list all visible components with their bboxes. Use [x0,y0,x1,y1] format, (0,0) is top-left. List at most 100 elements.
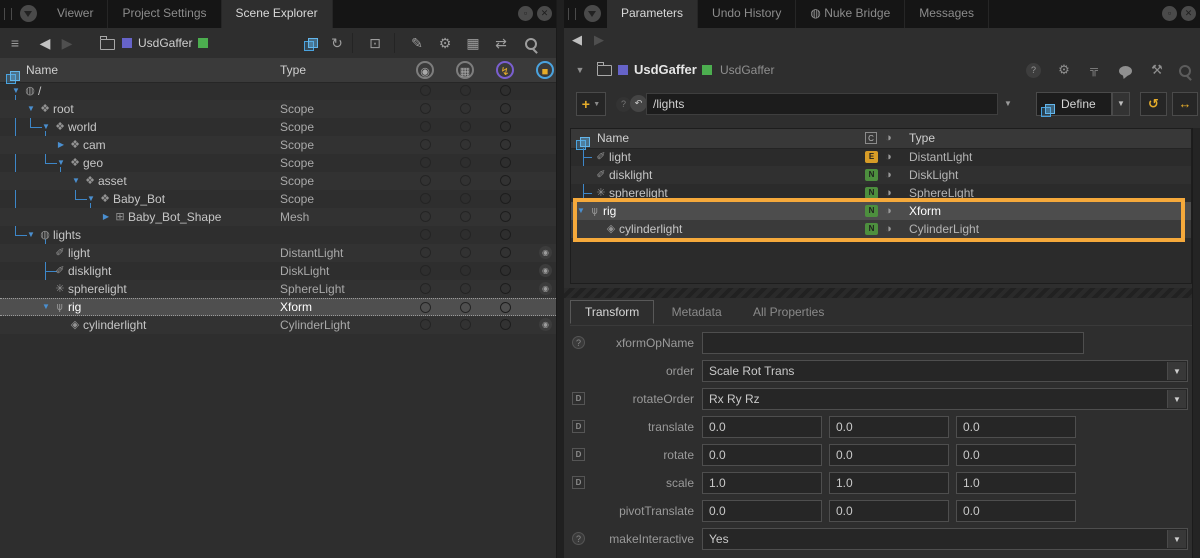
visibility-toggle[interactable] [420,265,431,276]
visibility-toggle[interactable] [420,175,431,186]
translate-z-input[interactable] [956,416,1076,438]
tree-row[interactable]: ▶❖cam Scope [0,136,556,154]
pane-drag-handle[interactable] [4,8,12,20]
translate-y-input[interactable] [829,416,949,438]
nav-back-icon[interactable]: ◀ [572,32,582,48]
help-icon[interactable]: ? [616,97,631,112]
live-toggle[interactable] [500,319,511,330]
light-indicator-icon[interactable]: ◉ [539,282,552,295]
float-pane-icon[interactable]: ▫ [1162,6,1177,21]
live-toggle[interactable] [500,265,511,276]
help-icon[interactable]: ? [572,336,585,349]
history-back-icon[interactable]: ◀ [34,32,56,54]
render-toggle[interactable] [460,121,471,132]
visibility-toggle[interactable] [420,139,431,150]
default-indicator-icon[interactable]: D [572,392,585,405]
tab-transform[interactable]: Transform [570,300,654,324]
render-clapper-icon[interactable]: ▦ [456,61,474,79]
tab-viewer[interactable]: Viewer [43,0,108,28]
visibility-icon[interactable]: ◑ [885,148,892,166]
visibility-icon[interactable]: ◑ [885,220,892,238]
live-toggle[interactable] [500,85,511,96]
light-indicator-icon[interactable]: ◉ [539,318,552,331]
tree-row[interactable]: ✐light DistantLight ◉ [0,244,556,262]
render-toggle[interactable] [460,157,471,168]
live-toggle[interactable] [500,247,511,258]
tree-row[interactable]: ◈cylinderlight CylinderLight ◉ [0,316,556,334]
visibility-icon[interactable]: ◑ [885,202,892,220]
composition-column-header[interactable]: C [865,132,877,144]
wrench-icon[interactable]: ⚒ [1147,61,1167,79]
visibility-toggle[interactable] [420,302,431,313]
prim-row[interactable]: ✳spherelight N ◑ SphereLight [571,184,1191,202]
package-icon[interactable]: ⊡ [364,32,386,54]
tab-project-settings[interactable]: Project Settings [108,0,221,28]
visibility-toggle[interactable] [420,283,431,294]
name-column-header[interactable]: Name [597,129,629,148]
makeinteractive-dropdown[interactable]: Yes ▼ [702,528,1188,550]
live-toggle[interactable] [500,302,511,313]
prim-row[interactable]: ◈cylinderlight N ◑ CylinderLight [571,220,1191,238]
default-indicator-icon[interactable]: D [572,448,585,461]
render-toggle[interactable] [460,247,471,258]
tree-row[interactable]: ▼❖world Scope [0,118,556,136]
search-icon[interactable] [1175,61,1195,79]
render-toggle[interactable] [460,211,471,222]
render-toggle[interactable] [460,85,471,96]
visibility-toggle[interactable] [420,121,431,132]
expander-open-icon[interactable]: ▼ [10,82,22,100]
scale-z-input[interactable] [956,472,1076,494]
pivottranslate-y-input[interactable] [829,500,949,522]
float-pane-icon[interactable]: ▫ [518,6,533,21]
pivottranslate-x-input[interactable] [702,500,822,522]
dropdown-arrow-icon[interactable]: ▼ [1167,530,1186,548]
light-indicator-icon[interactable]: ◉ [539,246,552,259]
translate-x-input[interactable] [702,416,822,438]
live-toggle[interactable] [500,175,511,186]
tree-row[interactable]: ✐disklight DiskLight ◉ [0,262,556,280]
clapperboard-icon[interactable]: ▦ [462,32,484,54]
default-indicator-icon[interactable]: D [572,420,585,433]
scale-x-input[interactable] [702,472,822,494]
visibility-toggle[interactable] [420,229,431,240]
tree-row[interactable]: ✳spherelight SphereLight ◉ [0,280,556,298]
visibility-toggle[interactable] [420,247,431,258]
tab-scene-explorer[interactable]: Scene Explorer [222,0,333,28]
mode-dropdown-arrow[interactable]: ▼ [1112,92,1130,116]
render-toggle[interactable] [460,175,471,186]
tree-row[interactable]: ▼❖Baby_Bot Scope [0,190,556,208]
tab-metadata[interactable]: Metadata [658,301,736,323]
expander-open-icon[interactable]: ▼ [575,202,587,220]
node-graph-icon[interactable]: ╦ [1084,61,1104,79]
live-toggle[interactable] [500,229,511,240]
visibility-icon[interactable]: ◑ [885,166,892,184]
xformopname-input[interactable] [702,332,1084,354]
visibility-column-icon[interactable]: ◑ [885,129,892,148]
render-toggle[interactable] [460,319,471,330]
edit-pencil-icon[interactable]: ✎ [406,32,428,54]
expander-open-icon[interactable]: ▼ [40,118,52,136]
layer-stack-icon[interactable]: ≡ [4,32,26,54]
expander-open-icon[interactable]: ▼ [55,154,67,172]
search-icon[interactable] [520,32,542,54]
live-toggle[interactable] [500,283,511,294]
visibility-toggle[interactable] [420,193,431,204]
tree-row[interactable]: ▼❖geo Scope [0,154,556,172]
tree-row[interactable]: ▶⊞Baby_Bot_Shape Mesh [0,208,556,226]
tab-nuke-bridge[interactable]: ◍ Nuke Bridge [796,0,905,28]
visibility-icon[interactable]: ◑ [885,184,892,202]
refresh-swirl-icon[interactable]: ↻ [326,32,348,54]
nav-forward-icon[interactable]: ▶ [594,32,604,48]
close-pane-icon[interactable]: ✕ [1181,6,1196,21]
tab-undo-history[interactable]: Undo History [698,0,796,28]
settings-gear-icon[interactable]: ⚙ [1054,61,1074,79]
expander-open-icon[interactable]: ▼ [85,190,97,208]
settings-gear-icon[interactable]: ⚙ [434,32,456,54]
render-toggle[interactable] [460,229,471,240]
help-icon[interactable]: ? [572,532,585,545]
visibility-eye-icon[interactable]: ◉ [416,61,434,79]
order-dropdown[interactable]: Scale Rot Trans ▼ [702,360,1188,382]
render-toggle[interactable] [460,265,471,276]
panel-splitter[interactable] [557,0,564,558]
history-forward-icon[interactable]: ▶ [56,32,78,54]
